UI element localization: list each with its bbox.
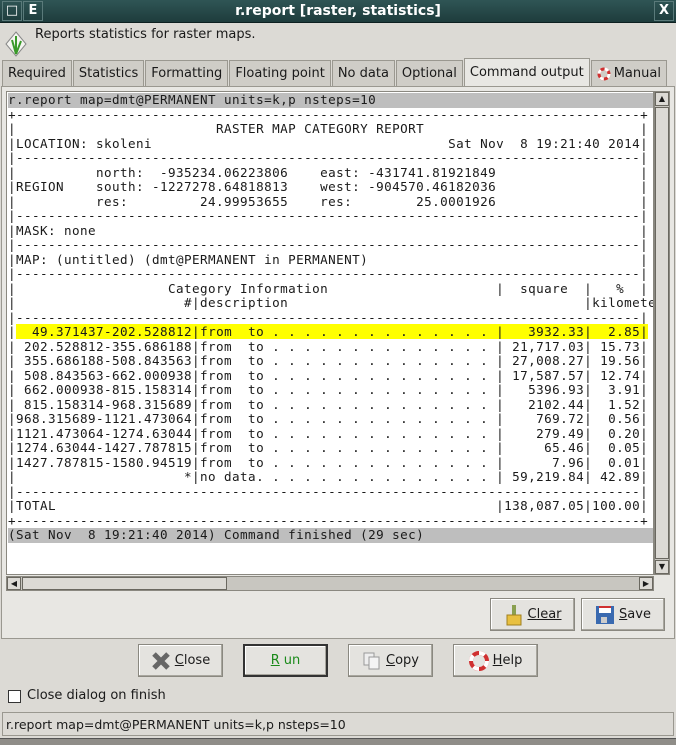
table-row: |1274.63044-1427.787815|from to . . . . … bbox=[8, 440, 649, 455]
location-line: |LOCATION: skoleni Sat Nov 8 19:21:40 20… bbox=[8, 135, 649, 151]
tab-label: Formatting bbox=[151, 66, 223, 81]
window-title: r.report [raster, statistics] bbox=[235, 3, 441, 19]
table-row: |1427.787815-1580.94519|from to . . . . … bbox=[8, 454, 649, 470]
separator: |---------------------------------------… bbox=[8, 483, 649, 499]
command-line: r.report map=dmt@PERMANENT units=k,p nst… bbox=[8, 92, 653, 108]
vertical-scroll-thumb[interactable] bbox=[655, 107, 669, 559]
table-row: |1121.473064-1274.63044|from to . . . . … bbox=[8, 425, 649, 441]
report-title: | RASTER MAP CATEGORY REPORT | bbox=[8, 121, 649, 136]
mask-line: |MASK: none | bbox=[8, 222, 649, 238]
tab-label: Manual bbox=[613, 66, 661, 81]
tab-optional[interactable]: Optional bbox=[395, 60, 463, 86]
table-row: |968.315689-1121.473064|from to . . . . … bbox=[8, 411, 649, 426]
tab-manual[interactable]: Manual bbox=[590, 60, 667, 86]
copy-label: Copy bbox=[386, 653, 419, 668]
save-button[interactable]: Save bbox=[581, 598, 665, 631]
region-line: | res: 24.99953655 res: 25.0001926 | bbox=[8, 193, 649, 209]
copy-icon bbox=[363, 652, 380, 669]
tab-label: Statistics bbox=[78, 66, 139, 81]
horizontal-scroll-thumb[interactable] bbox=[22, 577, 227, 590]
region-line: |REGION south: -1227278.64818813 west: -… bbox=[8, 179, 649, 194]
scroll-down-icon[interactable]: ▼ bbox=[655, 560, 669, 574]
help-button[interactable]: Help bbox=[453, 644, 538, 677]
tab-no-data[interactable]: No data bbox=[331, 60, 395, 86]
command-output-panel: r.report map=dmt@PERMANENT units=k,p nst… bbox=[1, 86, 675, 639]
border: +---------------------------------------… bbox=[8, 106, 649, 122]
table-row: | *|no data. . . . . . . . . . . . . . .… bbox=[8, 469, 649, 484]
table-row: | 355.686188-508.843563|from to . . . . … bbox=[8, 353, 649, 368]
separator: |---------------------------------------… bbox=[8, 208, 649, 223]
table-row: | 662.000938-815.158314|from to . . . . … bbox=[8, 382, 649, 397]
tab-bar: Required Statistics Formatting Floating poi… bbox=[2, 58, 668, 86]
close-on-finish-label[interactable]: Close dialog on finish bbox=[27, 688, 166, 703]
tab-statistics[interactable]: Statistics bbox=[72, 60, 145, 86]
scroll-up-icon[interactable]: ▲ bbox=[655, 92, 669, 106]
tab-required[interactable]: Required bbox=[2, 60, 72, 86]
module-description: Reports statistics for raster maps. bbox=[35, 27, 256, 42]
close-button[interactable]: Close bbox=[138, 644, 223, 677]
table-row: | 202.528812-355.686188|from to . . . . … bbox=[8, 338, 649, 354]
horizontal-scrollbar[interactable]: ◀ ▶ bbox=[6, 576, 654, 591]
clear-button[interactable]: Clear bbox=[490, 598, 575, 631]
tab-floating-point[interactable]: Floating point bbox=[229, 60, 331, 86]
table-row: | 815.158314-968.315689|from to . . . . … bbox=[8, 396, 649, 412]
save-label: Save bbox=[619, 607, 651, 622]
separator: |---------------------------------------… bbox=[8, 237, 649, 252]
floppy-disk-icon bbox=[596, 605, 615, 624]
separator: |---------------------------------------… bbox=[8, 309, 649, 325]
tab-label: Floating point bbox=[235, 66, 325, 81]
broom-icon bbox=[506, 604, 521, 625]
scroll-right-icon[interactable]: ▶ bbox=[639, 577, 653, 590]
table-row-border: | bbox=[8, 324, 17, 339]
lifebuoy-icon bbox=[597, 67, 611, 80]
scroll-left-icon[interactable]: ◀ bbox=[7, 577, 21, 590]
title-bar: □ E r.report [raster, statistics] X bbox=[0, 0, 676, 23]
border: +---------------------------------------… bbox=[8, 512, 649, 528]
lifebuoy-icon bbox=[468, 650, 489, 671]
region-line: | north: -935234.06223806 east: -431741.… bbox=[8, 164, 649, 180]
tab-command-output[interactable]: Command output bbox=[463, 58, 590, 86]
tab-label: Optional bbox=[401, 66, 457, 81]
table-row-highlighted: 49.371437-202.528812|from to . . . . . .… bbox=[16, 324, 649, 339]
help-label: Help bbox=[492, 653, 523, 668]
close-on-finish-checkbox[interactable] bbox=[8, 690, 21, 703]
status-bar: r.report map=dmt@PERMANENT units=k,p nst… bbox=[2, 712, 674, 736]
tab-label: Required bbox=[8, 66, 66, 81]
separator: |---------------------------------------… bbox=[8, 266, 649, 281]
tab-label: No data bbox=[337, 66, 389, 81]
close-x-icon bbox=[152, 651, 170, 670]
total-row: |TOTAL |138,087.05|100.00| bbox=[8, 498, 649, 513]
close-window-button[interactable]: X bbox=[654, 1, 674, 21]
column-header-units: | #|description |kilometers bbox=[8, 295, 653, 310]
vertical-scrollbar[interactable]: ▲ ▼ bbox=[654, 91, 670, 575]
clear-label: Clear bbox=[527, 607, 562, 622]
column-header: | Category Information | square | % | bbox=[8, 280, 649, 296]
separator: |---------------------------------------… bbox=[8, 150, 649, 165]
close-label: Close bbox=[174, 653, 211, 668]
map-line: |MAP: (untitled) (dmt@PERMANENT in PERMA… bbox=[8, 251, 649, 267]
tab-label: Command output bbox=[469, 64, 584, 80]
output-text[interactable]: r.report map=dmt@PERMANENT units=k,p nst… bbox=[6, 91, 654, 575]
grass-logo-icon bbox=[5, 31, 27, 57]
command-finished: (Sat Nov 8 19:21:40 2014) Command finish… bbox=[8, 527, 653, 543]
table-row: | 508.843563-662.000938|from to . . . . … bbox=[8, 367, 649, 383]
copy-button[interactable]: Copy bbox=[348, 644, 433, 677]
tab-formatting[interactable]: Formatting bbox=[145, 60, 229, 86]
bottom-strip bbox=[0, 738, 676, 745]
run-button[interactable]: Run bbox=[243, 644, 328, 677]
